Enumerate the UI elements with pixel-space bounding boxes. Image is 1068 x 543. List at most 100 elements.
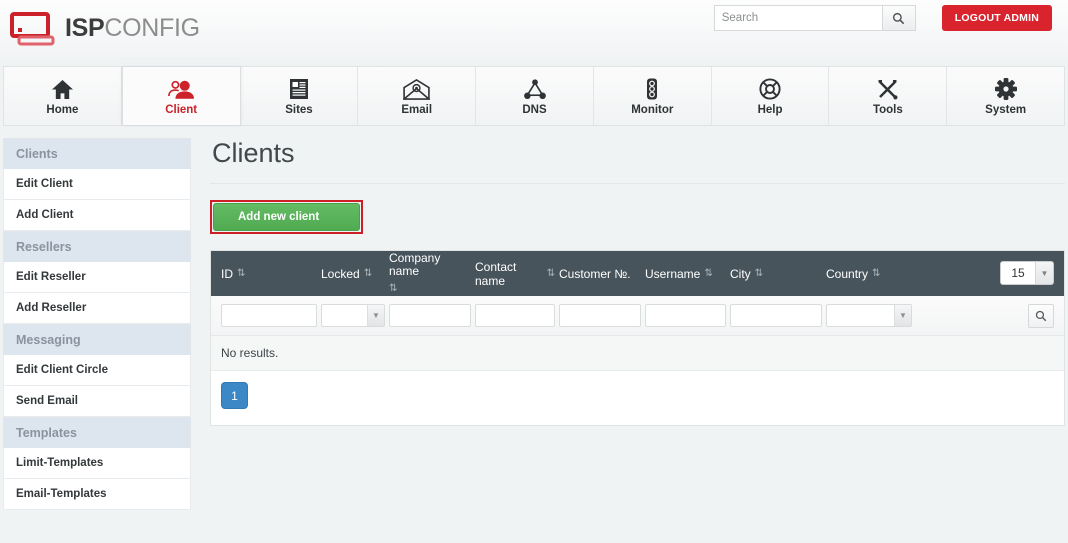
filter-select-country-value	[827, 305, 894, 326]
nav-tab-home[interactable]: Home	[4, 67, 122, 125]
nav-tab-monitor-label: Monitor	[631, 104, 673, 116]
app-logo: ISPCONFIG	[0, 12, 200, 46]
sidebar-item-email-templates[interactable]: Email-Templates	[3, 479, 191, 510]
column-header-id-label: ID	[221, 267, 233, 281]
search-input[interactable]	[714, 5, 882, 31]
column-header-contact-name-label: Contact name	[475, 260, 543, 288]
envelope-at-icon	[403, 76, 430, 100]
column-header-contact-name[interactable]: Contact name ⇅	[473, 260, 557, 288]
chevron-down-icon[interactable]: ▼	[1035, 262, 1053, 284]
filter-input-city[interactable]	[730, 304, 822, 327]
column-header-locked[interactable]: Locked ⇅	[319, 267, 387, 281]
sort-icon[interactable]: ⇅	[237, 268, 245, 279]
column-header-customer-no[interactable]: Customer №.	[557, 267, 643, 281]
nav-tab-sites[interactable]: Sites	[241, 67, 359, 125]
logo-text-primary: ISP	[65, 14, 104, 42]
nav-tab-system[interactable]: System	[947, 67, 1064, 125]
filter-cell-username	[643, 304, 728, 327]
column-header-username-label: Username	[645, 267, 700, 281]
search-icon	[1035, 310, 1047, 322]
wrench-tools-icon	[876, 76, 899, 100]
nav-tab-email-label: Email	[401, 104, 432, 116]
sidebar-group-messaging-header: Messaging	[3, 324, 191, 355]
sort-icon[interactable]: ⇅	[872, 268, 880, 279]
no-results-message: No results.	[211, 336, 1064, 371]
nav-tab-email[interactable]: Email	[358, 67, 476, 125]
nav-tab-sites-label: Sites	[285, 104, 313, 116]
column-header-id[interactable]: ID ⇅	[219, 267, 319, 281]
main-content: Clients Add new client ID ⇅ Locked ⇅ Com…	[210, 138, 1065, 510]
user-client-icon	[168, 76, 194, 100]
nav-tab-monitor[interactable]: Monitor	[594, 67, 712, 125]
filter-cell-contact-name	[473, 304, 557, 327]
chevron-down-icon[interactable]: ▼	[894, 305, 911, 326]
column-header-locked-label: Locked	[321, 267, 360, 281]
pagination-page-1[interactable]: 1	[221, 382, 248, 409]
filter-select-country[interactable]: ▼	[826, 304, 912, 327]
nav-tab-tools[interactable]: Tools	[829, 67, 947, 125]
gear-icon	[995, 76, 1017, 100]
filter-input-contact-name[interactable]	[475, 304, 555, 327]
sidebar-group-clients-header: Clients	[3, 138, 191, 169]
document-icon	[289, 76, 309, 100]
traffic-light-icon	[645, 76, 659, 100]
column-header-city[interactable]: City ⇅	[728, 267, 824, 281]
sort-icon[interactable]: ⇅	[547, 268, 555, 279]
nav-tab-help[interactable]: Help	[712, 67, 830, 125]
table-filter-row: ▼	[211, 296, 1064, 336]
nav-tab-dns[interactable]: DNS	[476, 67, 594, 125]
page-size-select[interactable]: 15 ▼	[1000, 261, 1054, 285]
page-body: Clients Edit Client Add Client Resellers…	[0, 126, 1068, 510]
page-title: Clients	[212, 138, 1065, 169]
lifebuoy-icon	[759, 76, 781, 100]
sort-icon[interactable]: ⇅	[755, 268, 763, 279]
sidebar-item-edit-client[interactable]: Edit Client	[3, 169, 191, 200]
chevron-down-icon[interactable]: ▼	[367, 305, 384, 326]
clients-table-panel: ID ⇅ Locked ⇅ Company name ⇅ Contact nam…	[210, 250, 1065, 426]
filter-cell-company-name	[387, 304, 473, 327]
app-header: ISPCONFIG LOGOUT ADMIN	[0, 0, 1068, 57]
nav-tab-home-label: Home	[46, 104, 78, 116]
sort-icon[interactable]: ⇅	[704, 268, 712, 279]
filter-input-username[interactable]	[645, 304, 726, 327]
nav-tab-tools-label: Tools	[873, 104, 903, 116]
nav-tab-dns-label: DNS	[522, 104, 546, 116]
sidebar-item-limit-templates[interactable]: Limit-Templates	[3, 448, 191, 479]
filter-select-locked-value	[322, 305, 367, 326]
filter-input-company-name[interactable]	[389, 304, 471, 327]
filter-input-customer-no[interactable]	[559, 304, 641, 327]
sort-icon[interactable]: ⇅	[389, 282, 397, 295]
column-header-city-label: City	[730, 267, 751, 281]
main-navigation: Home Client	[3, 66, 1065, 126]
sort-icon[interactable]: ⇅	[364, 268, 372, 279]
global-search	[714, 5, 916, 31]
column-header-country[interactable]: Country ⇅	[824, 267, 914, 281]
column-header-username[interactable]: Username ⇅	[643, 267, 728, 281]
search-submit-button[interactable]	[882, 5, 916, 31]
column-header-customer-no-label: Customer №.	[559, 267, 631, 281]
column-header-company-name[interactable]: Company name ⇅	[387, 252, 473, 295]
sidebar-group-templates-header: Templates	[3, 417, 191, 448]
filter-cell-locked: ▼	[319, 304, 387, 327]
sidebar-item-edit-client-circle[interactable]: Edit Client Circle	[3, 355, 191, 386]
table-header-row: ID ⇅ Locked ⇅ Company name ⇅ Contact nam…	[211, 251, 1064, 296]
sidebar-item-edit-reseller[interactable]: Edit Reseller	[3, 262, 191, 293]
sidebar-item-add-reseller[interactable]: Add Reseller	[3, 293, 191, 324]
logo-text: ISPCONFIG	[65, 14, 200, 43]
filter-select-locked[interactable]: ▼	[321, 304, 385, 327]
sidebar-item-send-email[interactable]: Send Email	[3, 386, 191, 417]
sidebar-item-add-client[interactable]: Add Client	[3, 200, 191, 231]
nav-tab-client-label: Client	[165, 104, 197, 116]
nav-tab-client[interactable]: Client	[122, 67, 241, 125]
filter-cell-customer-no	[557, 304, 643, 327]
home-icon	[51, 76, 74, 100]
search-icon	[892, 12, 905, 25]
filter-search-button[interactable]	[1028, 304, 1054, 328]
filter-cell-city	[728, 304, 824, 327]
nav-tab-help-label: Help	[758, 104, 783, 116]
filter-input-id[interactable]	[221, 304, 317, 327]
sidebar-group-resellers-header: Resellers	[3, 231, 191, 262]
monitor-icon	[10, 12, 56, 46]
add-new-client-button[interactable]: Add new client	[213, 203, 360, 231]
logout-button[interactable]: LOGOUT ADMIN	[942, 5, 1052, 31]
